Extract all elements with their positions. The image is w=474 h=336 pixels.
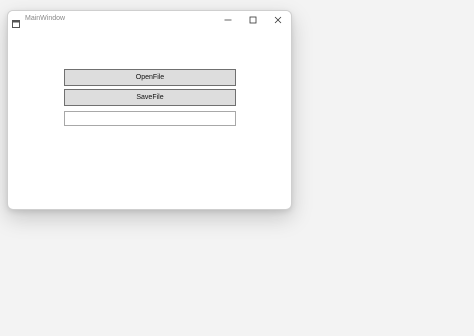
- window-title: MainWindow: [25, 15, 66, 22]
- maximize-icon: [249, 16, 257, 24]
- close-icon: [274, 16, 282, 24]
- window-client-area: OpenFile SaveFile: [8, 29, 291, 209]
- minimize-button[interactable]: [215, 11, 241, 29]
- maximize-button[interactable]: [240, 11, 266, 29]
- close-button[interactable]: [265, 11, 291, 29]
- save-file-button[interactable]: SaveFile: [64, 89, 236, 106]
- desktop: MainWindow OpenFile SaveFile: [0, 0, 474, 336]
- title-bar[interactable]: MainWindow: [8, 11, 291, 29]
- file-text-input[interactable]: [64, 111, 236, 126]
- main-window: MainWindow OpenFile SaveFile: [7, 10, 292, 210]
- app-window-icon: [12, 15, 20, 28]
- open-file-button[interactable]: OpenFile: [64, 69, 236, 86]
- minimize-icon: [224, 16, 232, 24]
